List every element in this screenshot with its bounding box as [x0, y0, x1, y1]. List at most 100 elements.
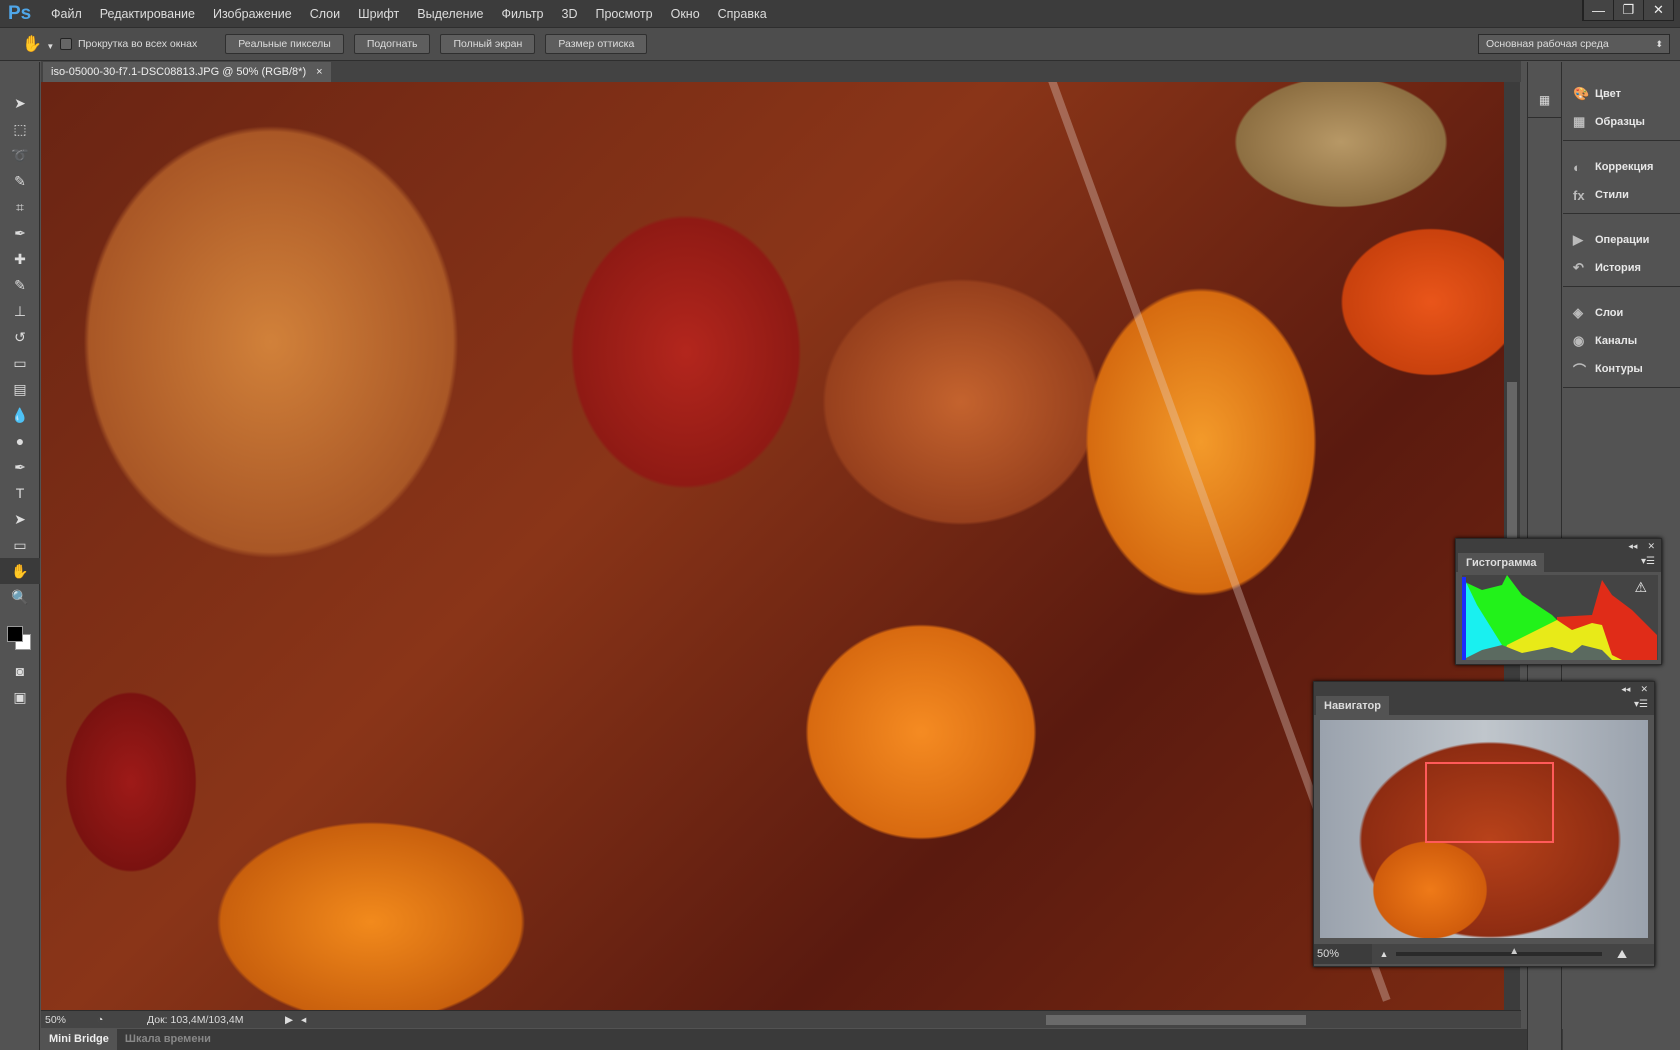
panel-label: Образцы [1595, 116, 1645, 128]
hand-tool-icon[interactable]: ✋ [0, 558, 40, 584]
close-panel-icon[interactable]: ✕ [1647, 541, 1655, 552]
vertical-scroll-thumb[interactable] [1507, 382, 1517, 542]
collapse-icon[interactable]: ◂◂ [1621, 684, 1630, 695]
shape-tool-icon[interactable]: ▭ [0, 532, 40, 558]
photoshop-logo: Ps [8, 2, 32, 24]
minimize-button[interactable]: — [1583, 0, 1613, 20]
panel-item[interactable]: ◈ Слои [1563, 299, 1680, 327]
zoom-in-icon[interactable]: ⛰ [1602, 947, 1642, 962]
workspace-select[interactable]: Основная рабочая среда ⬍ [1478, 34, 1670, 54]
close-tab-icon[interactable]: × [316, 66, 322, 78]
eyedropper-tool-icon[interactable]: ✒ [0, 220, 40, 246]
type-tool-icon[interactable]: T [0, 480, 40, 506]
cache-warning-icon[interactable]: ⚠ [1634, 579, 1647, 596]
menu-view[interactable]: Просмотр [587, 7, 662, 21]
panel-icon: ▶ [1573, 232, 1583, 247]
foreground-background-colors[interactable] [0, 618, 39, 658]
panel-item[interactable]: ◐ Коррекция [1563, 153, 1680, 181]
fill-screen-button[interactable]: Полный экран [440, 34, 536, 54]
stamp-tool-icon[interactable]: ⊥ [0, 298, 40, 324]
menu-window[interactable]: Окно [662, 7, 709, 21]
panel-item[interactable]: fx Стили [1563, 181, 1680, 209]
options-bar: ✋ ▼ Прокрутка во всех окнах Реальные пик… [0, 27, 1680, 61]
zoom-slider-knob[interactable]: ▲ [1509, 946, 1519, 957]
histogram-header: ◂◂ ✕ [1456, 539, 1661, 553]
menu-select[interactable]: Выделение [408, 7, 492, 21]
panel-item[interactable]: 🎨 Цвет [1563, 80, 1680, 108]
navigator-thumbnail[interactable] [1320, 720, 1648, 938]
menu-image[interactable]: Изображение [204, 7, 301, 21]
menu-layers[interactable]: Слои [301, 7, 349, 21]
panel-menu-icon[interactable]: ▾☰ [1641, 556, 1655, 567]
lasso-tool-icon[interactable]: ➰ [0, 142, 40, 168]
tab-mini-bridge[interactable]: Mini Bridge [41, 1029, 117, 1050]
print-size-button[interactable]: Размер оттиска [545, 34, 648, 54]
menu-help[interactable]: Справка [709, 7, 776, 21]
crop-tool-icon[interactable]: ⌗ [0, 194, 40, 220]
status-menu-arrow-icon[interactable]: ▶ [285, 1014, 301, 1026]
close-panel-icon[interactable]: ✕ [1640, 684, 1648, 695]
panel-icon: ◉ [1573, 333, 1585, 348]
document-tabs: iso-05000-30-f7.1-DSC08813.JPG @ 50% (RG… [41, 61, 1521, 82]
menu-3d[interactable]: 3D [553, 7, 587, 21]
horizontal-scroll-thumb[interactable] [1046, 1014, 1307, 1025]
collapse-icon[interactable]: ◂◂ [1628, 541, 1637, 552]
status-icon[interactable]: ◔ [97, 1014, 137, 1026]
panel-label: Коррекция [1595, 161, 1654, 173]
3d-panel-icon[interactable]: ▦ [1528, 82, 1561, 118]
fit-screen-button[interactable]: Подогнать [353, 34, 431, 54]
healing-tool-icon[interactable]: ✚ [0, 246, 40, 272]
screen-mode-icon[interactable]: ▣ [0, 684, 40, 710]
panel-item[interactable]: ◉ Каналы [1563, 327, 1680, 355]
dodge-tool-icon[interactable]: ● [0, 428, 40, 454]
zoom-slider[interactable]: ▲ [1396, 946, 1602, 957]
actual-pixels-button[interactable]: Реальные пикселы [225, 34, 344, 54]
menu-filter[interactable]: Фильтр [493, 7, 553, 21]
panel-icon: ◈ [1573, 305, 1583, 320]
hand-tool-preset-icon[interactable]: ✋ ▼ [0, 34, 60, 54]
navigator-view-rectangle[interactable] [1425, 762, 1554, 843]
panel-icon: ⌒ [1573, 362, 1587, 378]
tab-histogram[interactable]: Гистограмма [1458, 553, 1545, 572]
panel-label: Слои [1595, 307, 1624, 319]
toolbar-grip[interactable] [0, 62, 39, 90]
move-tool-icon[interactable]: ➤ [0, 90, 40, 116]
menu-type[interactable]: Шрифт [349, 7, 408, 21]
history-brush-tool-icon[interactable]: ↺ [0, 324, 40, 350]
document-tab[interactable]: iso-05000-30-f7.1-DSC08813.JPG @ 50% (RG… [43, 62, 331, 82]
zoom-tool-icon[interactable]: 🔍 [0, 584, 40, 610]
panel-item[interactable]: ▦ Образцы [1563, 108, 1680, 136]
brush-tool-icon[interactable]: ✎ [0, 272, 40, 298]
quick-mask-icon[interactable]: ◙ [0, 658, 40, 684]
gradient-tool-icon[interactable]: ▤ [0, 376, 40, 402]
panel-item[interactable]: ▶ Операции [1563, 226, 1680, 254]
quick-select-tool-icon[interactable]: ✎ [0, 168, 40, 194]
menu-edit[interactable]: Редактирование [91, 7, 204, 21]
zoom-out-icon[interactable]: ▲ [1372, 949, 1396, 959]
tab-timeline[interactable]: Шкала времени [117, 1029, 219, 1050]
panel-item[interactable]: ↶ История [1563, 254, 1680, 282]
blur-tool-icon[interactable]: 💧 [0, 402, 40, 428]
path-select-tool-icon[interactable]: ➤ [0, 506, 40, 532]
eraser-tool-icon[interactable]: ▭ [0, 350, 40, 376]
navigator-zoom-bar: 50% ▲ ▲ ⛰ [1314, 944, 1654, 964]
close-button[interactable]: ✕ [1643, 0, 1673, 20]
panel-menu-icon[interactable]: ▾☰ [1634, 699, 1648, 710]
horizontal-scrollbar[interactable] [306, 1011, 1521, 1029]
marquee-tool-icon[interactable]: ⬚ [0, 116, 40, 142]
tab-navigator[interactable]: Навигатор [1316, 696, 1389, 715]
scroll-all-windows-checkbox[interactable] [60, 38, 72, 50]
pen-tool-icon[interactable]: ✒ [0, 454, 40, 480]
chevron-updown-icon: ⬍ [1655, 38, 1663, 49]
navigator-zoom-input[interactable]: 50% [1314, 944, 1372, 964]
histogram-panel: ◂◂ ✕ Гистограмма ▾☰ ⚠ [1455, 538, 1662, 665]
restore-button[interactable]: ❐ [1613, 0, 1643, 20]
document-tab-title: iso-05000-30-f7.1-DSC08813.JPG @ 50% (RG… [51, 66, 307, 78]
panel-label: История [1595, 262, 1641, 274]
panel-icon: ◐ [1573, 159, 1581, 175]
panel-item[interactable]: ⌒ Контуры [1563, 355, 1680, 383]
panel-group: ▶ Операции ↶ История [1563, 214, 1680, 287]
menu-file[interactable]: Файл [42, 7, 91, 21]
image-canvas[interactable] [41, 82, 1504, 1010]
zoom-level[interactable]: 50% [41, 1014, 97, 1026]
